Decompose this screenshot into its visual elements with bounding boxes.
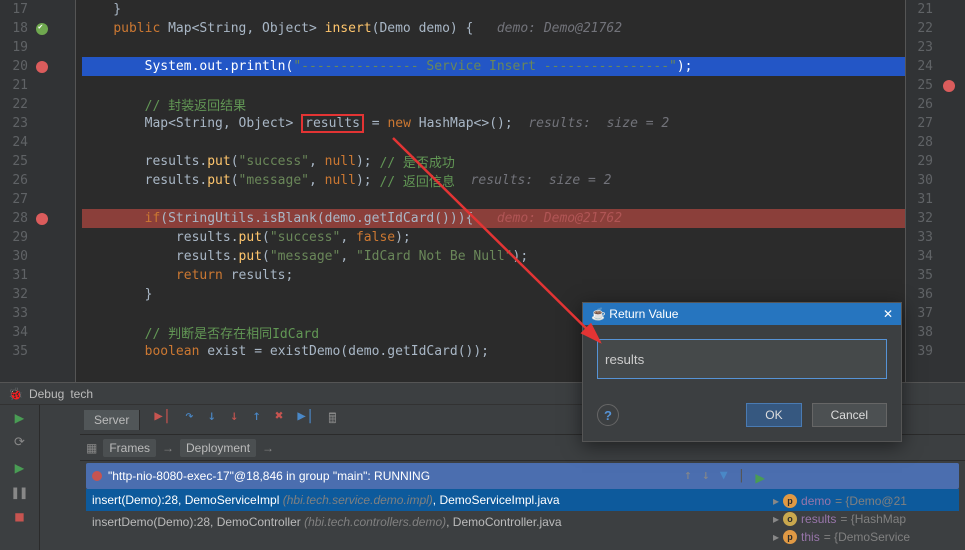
debug-label: Debug xyxy=(29,387,64,401)
stop-icon[interactable]: ■ xyxy=(15,509,23,525)
breakpoint-icon[interactable] xyxy=(943,80,955,92)
right-gutter: 21222324252627282930313233343536373839 xyxy=(905,0,965,382)
cancel-button[interactable]: Cancel xyxy=(812,403,887,427)
server-tab[interactable]: Server xyxy=(84,410,140,430)
debug-process: tech xyxy=(70,387,93,401)
up-icon[interactable]: ↑ xyxy=(684,468,692,487)
debug-side-toolbar: ▶ ⟳ ▶ ❚❚ ■ xyxy=(0,405,40,550)
method-marker-icon[interactable] xyxy=(36,23,48,35)
down-icon[interactable]: ↓ xyxy=(702,468,710,487)
thread-status-icon xyxy=(92,471,102,481)
close-icon[interactable]: ✕ xyxy=(883,307,893,321)
evaluate-icon[interactable]: 🖩 xyxy=(328,408,336,432)
divider: | xyxy=(738,468,746,487)
step-over-icon[interactable]: ↷ xyxy=(185,408,193,432)
breakpoint-icon[interactable] xyxy=(36,61,48,73)
frames-icon: ▦ xyxy=(86,441,97,455)
frames-button[interactable]: Frames xyxy=(103,439,156,457)
show-exec-point-icon[interactable]: ▶| xyxy=(154,408,171,432)
breakpoint-icon[interactable] xyxy=(36,213,48,225)
dialog-icon: ☕ xyxy=(591,307,606,321)
variable-row[interactable]: ▸pdemo = {Demo@21 xyxy=(771,492,961,510)
resume-icon[interactable]: ▶ xyxy=(15,408,25,427)
thread-selector[interactable]: "http-nio-8080-exec-17"@18,846 in group … xyxy=(86,463,959,489)
variables-pane[interactable]: ▸pdemo = {Demo@21▸oresults = {HashMap▸pt… xyxy=(771,492,961,546)
thread-label: "http-nio-8080-exec-17"@18,846 in group … xyxy=(108,469,430,483)
line-gutter[interactable]: 17181920212223242526272829303132333435 xyxy=(0,0,76,382)
bug-icon: 🐞 xyxy=(8,387,23,401)
help-icon[interactable]: ? xyxy=(597,404,619,426)
dialog-title-bar[interactable]: ☕ Return Value ✕ xyxy=(583,303,901,325)
dialog-title: Return Value xyxy=(609,307,678,321)
run-to-cursor-icon[interactable]: ▶| xyxy=(297,408,314,432)
ok-button[interactable]: OK xyxy=(746,403,801,427)
step-into-icon[interactable]: ↓ xyxy=(208,408,216,432)
pause-icon[interactable]: ❚❚ xyxy=(11,485,28,501)
variable-row[interactable]: ▸pthis = {DemoService xyxy=(771,528,961,546)
play-icon[interactable]: ▶ xyxy=(755,468,765,487)
arrow-icon: → xyxy=(262,441,274,455)
arrow-icon: → xyxy=(162,441,174,455)
step-out-icon[interactable]: ↑ xyxy=(253,408,261,432)
variable-row[interactable]: ▸oresults = {HashMap xyxy=(771,510,961,528)
return-value-input[interactable] xyxy=(597,339,887,379)
rerun-icon[interactable]: ⟳ xyxy=(14,435,25,450)
drop-frame-icon[interactable]: ✖ xyxy=(275,408,283,432)
deployment-button[interactable]: Deployment xyxy=(180,439,256,457)
return-value-dialog: ☕ Return Value ✕ ? OK Cancel xyxy=(582,302,902,442)
force-step-into-icon[interactable]: ↓ xyxy=(230,408,238,432)
variables-toolbar: ↑ ↓ ▼ | ▶ xyxy=(684,468,765,487)
filter-icon[interactable]: ▼ xyxy=(720,468,728,487)
run-icon[interactable]: ▶ xyxy=(15,458,25,477)
